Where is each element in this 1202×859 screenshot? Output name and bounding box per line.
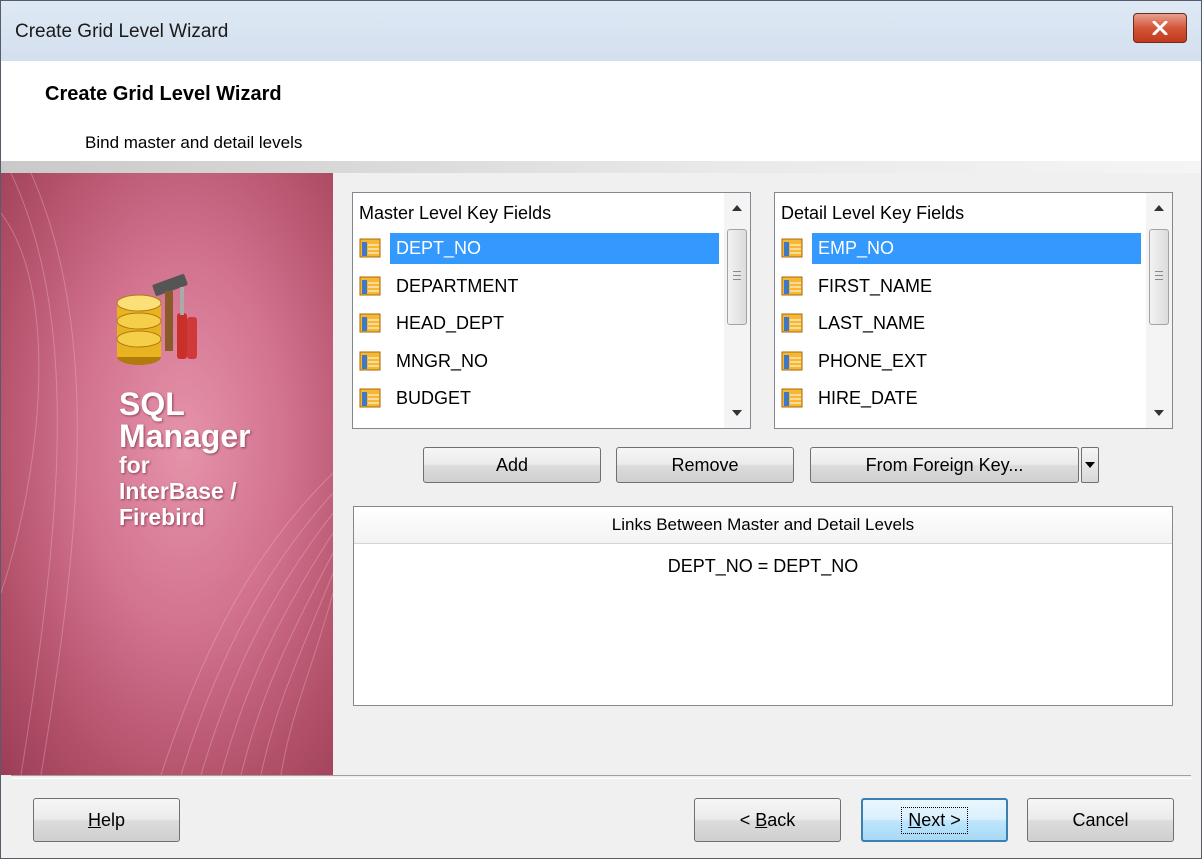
product-name-line3: for bbox=[119, 452, 150, 478]
database-tools-icon bbox=[116, 274, 197, 365]
table-field-icon bbox=[359, 351, 381, 376]
header-separator bbox=[1, 161, 1201, 173]
chevron-down-icon bbox=[1085, 462, 1095, 468]
table-field-icon bbox=[359, 313, 381, 338]
table-field-icon bbox=[781, 313, 803, 338]
list-item-label: DEPT_NO bbox=[390, 233, 719, 264]
list-item-label: HIRE_DATE bbox=[818, 388, 918, 408]
list-item-label: EMP_NO bbox=[812, 233, 1141, 264]
table-field-icon bbox=[359, 238, 381, 263]
header-title: Create Grid Level Wizard bbox=[45, 83, 282, 105]
master-list-items: DEPT_NO DEPARTMENT HEAD_DEPT MNGR_NO BUD… bbox=[353, 231, 719, 419]
table-field-icon bbox=[781, 388, 803, 413]
list-item[interactable]: FIRST_NAME bbox=[775, 269, 1141, 307]
scroll-down-arrow[interactable] bbox=[1146, 400, 1172, 426]
list-item[interactable]: DEPARTMENT bbox=[353, 269, 719, 307]
scroll-up-arrow[interactable] bbox=[724, 195, 750, 221]
master-list-scrollbar[interactable] bbox=[724, 193, 750, 428]
cancel-button[interactable]: Cancel bbox=[1027, 798, 1174, 842]
add-button[interactable]: Add bbox=[423, 447, 601, 483]
links-grid-header: Links Between Master and Detail Levels bbox=[354, 507, 1172, 544]
help-label: elp bbox=[100, 809, 126, 830]
next-accel: N bbox=[908, 809, 922, 830]
table-field-icon bbox=[781, 351, 803, 376]
list-item-label: LAST_NAME bbox=[818, 313, 926, 333]
product-name: SQL Manager for InterBase / Firebird bbox=[119, 388, 251, 530]
scroll-thumb[interactable] bbox=[727, 229, 747, 325]
back-button[interactable]: < Back bbox=[694, 798, 841, 842]
triangle-up-icon bbox=[1154, 205, 1164, 211]
product-name-line2: Manager bbox=[119, 418, 251, 454]
remove-button[interactable]: Remove bbox=[616, 447, 794, 483]
links-grid[interactable]: Links Between Master and Detail Levels D… bbox=[353, 506, 1173, 706]
list-item-label: PHONE_EXT bbox=[818, 350, 928, 371]
window-title: Create Grid Level Wizard bbox=[15, 21, 229, 42]
product-banner: SQL Manager for InterBase / Firebird bbox=[1, 173, 333, 775]
scroll-thumb[interactable] bbox=[1149, 229, 1169, 325]
detail-list-header: Detail Level Key Fields bbox=[781, 203, 965, 223]
table-field-icon bbox=[781, 238, 803, 263]
list-item-label: FIRST_NAME bbox=[818, 275, 933, 296]
master-list-header: Master Level Key Fields bbox=[359, 203, 552, 223]
table-field-icon bbox=[359, 276, 381, 301]
links-grid-row[interactable]: DEPT_NO = DEPT_NO bbox=[354, 556, 1172, 577]
close-button[interactable] bbox=[1133, 13, 1187, 43]
wizard-window: Create Grid Level Wizard Create Grid Lev… bbox=[0, 0, 1202, 859]
back-label: ack bbox=[767, 809, 796, 830]
list-item[interactable]: PHONE_EXT bbox=[775, 344, 1141, 382]
from-foreign-key-button[interactable]: From Foreign Key... bbox=[810, 447, 1079, 483]
product-name-line4: InterBase / bbox=[119, 478, 237, 504]
list-item[interactable]: LAST_NAME bbox=[775, 306, 1141, 344]
list-item-label: DEPARTMENT bbox=[396, 275, 519, 296]
triangle-down-icon bbox=[1154, 410, 1164, 416]
list-item-label: MNGR_NO bbox=[396, 350, 489, 371]
footer-separator bbox=[11, 775, 1191, 779]
detail-key-fields-list[interactable]: Detail Level Key Fields EMP_NO FIRST_NAM… bbox=[774, 192, 1173, 429]
back-accel: B bbox=[755, 809, 768, 830]
help-accel: H bbox=[87, 809, 101, 830]
list-item[interactable]: DEPT_NO bbox=[353, 231, 719, 269]
list-item[interactable]: HEAD_DEPT bbox=[353, 306, 719, 344]
scroll-up-arrow[interactable] bbox=[1146, 195, 1172, 221]
detail-list-items: EMP_NO FIRST_NAME LAST_NAME PHONE_EXT HI… bbox=[775, 231, 1141, 419]
header-subtitle: Bind master and detail levels bbox=[85, 133, 303, 152]
next-button[interactable]: Next > bbox=[861, 798, 1008, 842]
list-item[interactable]: MNGR_NO bbox=[353, 344, 719, 382]
product-name-line1: SQL bbox=[119, 386, 185, 422]
list-item[interactable]: HIRE_DATE bbox=[775, 381, 1141, 419]
triangle-down-icon bbox=[732, 410, 742, 416]
detail-list-scrollbar[interactable] bbox=[1146, 193, 1172, 428]
back-prefix: < bbox=[739, 809, 756, 830]
scroll-down-arrow[interactable] bbox=[724, 400, 750, 426]
from-foreign-key-dropdown[interactable] bbox=[1081, 447, 1099, 483]
help-button[interactable]: Help bbox=[33, 798, 180, 842]
next-label: ext > bbox=[921, 809, 961, 830]
product-name-line5: Firebird bbox=[119, 504, 205, 530]
list-item-label: HEAD_DEPT bbox=[396, 313, 505, 333]
wizard-header: Create Grid Level Wizard Bind master and… bbox=[1, 61, 1201, 161]
list-item[interactable]: BUDGET bbox=[353, 381, 719, 419]
close-icon bbox=[1152, 21, 1168, 35]
triangle-up-icon bbox=[732, 205, 742, 211]
master-key-fields-list[interactable]: Master Level Key Fields DEPT_NO DEPARTME… bbox=[352, 192, 751, 429]
list-item[interactable]: EMP_NO bbox=[775, 231, 1141, 269]
list-item-label: BUDGET bbox=[396, 388, 472, 408]
table-field-icon bbox=[359, 388, 381, 413]
table-field-icon bbox=[781, 276, 803, 301]
